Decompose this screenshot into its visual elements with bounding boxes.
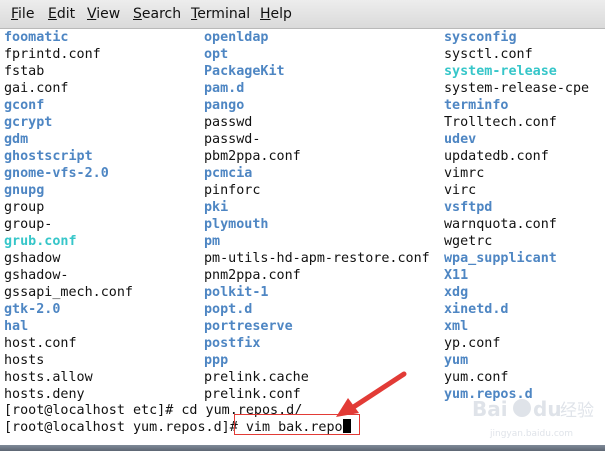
- listing-entry-dir: xinetd.d: [444, 302, 509, 317]
- menu-terminal[interactable]: Terminal: [191, 6, 250, 22]
- listing-entry-file: gshadow-: [4, 268, 69, 283]
- listing-entry-dir: ppp: [204, 353, 229, 368]
- listing-entry-dir: portreserve: [204, 319, 293, 334]
- listing-entry-file: hosts.deny: [4, 387, 85, 402]
- listing-entry-dir: postfix: [204, 336, 261, 351]
- listing-entry-dir: pango: [204, 98, 245, 113]
- listing-entry-file: hosts.allow: [4, 370, 93, 385]
- menu-help[interactable]: Help: [260, 6, 292, 22]
- listing-column-2: openldap opt PackageKit pam.d pango passwd pas…: [204, 29, 430, 403]
- listing-entry-dir: opt: [204, 47, 229, 62]
- listing-column-1: foomatic fprintd.conf fstab gai.conf gconf gc…: [4, 29, 133, 403]
- listing-entry-file: pnm2ppa.conf: [204, 268, 301, 283]
- listing-entry-file: prelink.conf: [204, 387, 301, 402]
- listing-entry-file: fstab: [4, 64, 45, 79]
- listing-entry-file: system-release-cpe: [444, 81, 590, 96]
- listing-entry-file: pm-utils-hd-apm-restore.conf: [204, 251, 430, 266]
- menu-search[interactable]: Search: [133, 6, 181, 22]
- listing-entry-dir: foomatic: [4, 30, 69, 45]
- listing-entry-dir: popt.d: [204, 302, 253, 317]
- listing-entry-dir: xdg: [444, 285, 469, 300]
- listing-entry-dir: gnupg: [4, 183, 45, 198]
- listing-entry-file: pbm2ppa.conf: [204, 149, 301, 164]
- window-bottom-edge: [0, 445, 605, 451]
- listing-entry-dir: plymouth: [204, 217, 269, 232]
- listing-entry-dir: openldap: [204, 30, 269, 45]
- listing-entry-dir: vsftpd: [444, 200, 493, 215]
- listing-entry-dir: pam.d: [204, 81, 245, 96]
- listing-entry-file: vimrc: [444, 166, 485, 181]
- listing-entry-dir: ghostscript: [4, 149, 93, 164]
- listing-entry-dir: gcrypt: [4, 115, 53, 130]
- listing-entry-dir: gnome-vfs-2.0: [4, 166, 109, 181]
- listing-entry-file: pinforc: [204, 183, 261, 198]
- listing-entry-file: gshadow: [4, 251, 61, 266]
- listing-entry-link: system-release: [444, 64, 557, 79]
- listing-entry-file: yum.conf: [444, 370, 509, 385]
- listing-entry-file: group: [4, 200, 45, 215]
- listing-entry-dir: yum.repos.d: [444, 387, 533, 402]
- listing-entry-file: passwd-: [204, 132, 261, 147]
- menu-bar: File Edit View Search Terminal Help: [0, 0, 605, 29]
- command-highlight-box: [234, 414, 360, 435]
- listing-entry-file: Trolltech.conf: [444, 115, 557, 130]
- listing-entry-file: warnquota.conf: [444, 217, 557, 232]
- listing-entry-file: fprintd.conf: [4, 47, 101, 62]
- listing-column-3: sysconfig sysctl.conf system-release system…: [444, 29, 589, 403]
- listing-entry-dir: pm: [204, 234, 221, 249]
- listing-entry-file: host.conf: [4, 336, 77, 351]
- listing-entry-dir: X11: [444, 268, 469, 283]
- listing-entry-dir: udev: [444, 132, 477, 147]
- listing-entry-file: wgetrc: [444, 234, 493, 249]
- listing-entry-dir: hal: [4, 319, 29, 334]
- listing-entry-file: gai.conf: [4, 81, 69, 96]
- listing-entry-file: gssapi_mech.conf: [4, 285, 133, 300]
- menu-edit[interactable]: Edit: [48, 6, 75, 22]
- listing-entry-dir: pki: [204, 200, 229, 215]
- listing-entry-dir: gdm: [4, 132, 29, 147]
- listing-entry-dir: PackageKit: [204, 64, 285, 79]
- menu-file[interactable]: File: [11, 6, 34, 22]
- listing-entry-file: hosts: [4, 353, 45, 368]
- listing-entry-file: group-: [4, 217, 53, 232]
- listing-entry-file: sysctl.conf: [444, 47, 533, 62]
- listing-entry-dir: gtk-2.0: [4, 302, 61, 317]
- listing-entry-dir: gconf: [4, 98, 45, 113]
- listing-entry-dir: terminfo: [444, 98, 509, 113]
- listing-entry-file: yp.conf: [444, 336, 501, 351]
- listing-entry-dir: wpa_supplicant: [444, 251, 557, 266]
- listing-entry-file: prelink.cache: [204, 370, 309, 385]
- listing-entry-dir: yum: [444, 353, 469, 368]
- listing-entry-dir: polkit-1: [204, 285, 269, 300]
- listing-entry-file: passwd: [204, 115, 253, 130]
- listing-entry-dir: sysconfig: [444, 30, 517, 45]
- listing-entry-link: grub.conf: [4, 234, 77, 249]
- listing-entry-dir: pcmcia: [204, 166, 253, 181]
- listing-entry-file: virc: [444, 183, 477, 198]
- terminal-output[interactable]: foomatic fprintd.conf fstab gai.conf gconf gc…: [0, 29, 605, 445]
- listing-entry-file: updatedb.conf: [444, 149, 549, 164]
- listing-entry-dir: xml: [444, 319, 469, 334]
- menu-view[interactable]: View: [87, 6, 120, 22]
